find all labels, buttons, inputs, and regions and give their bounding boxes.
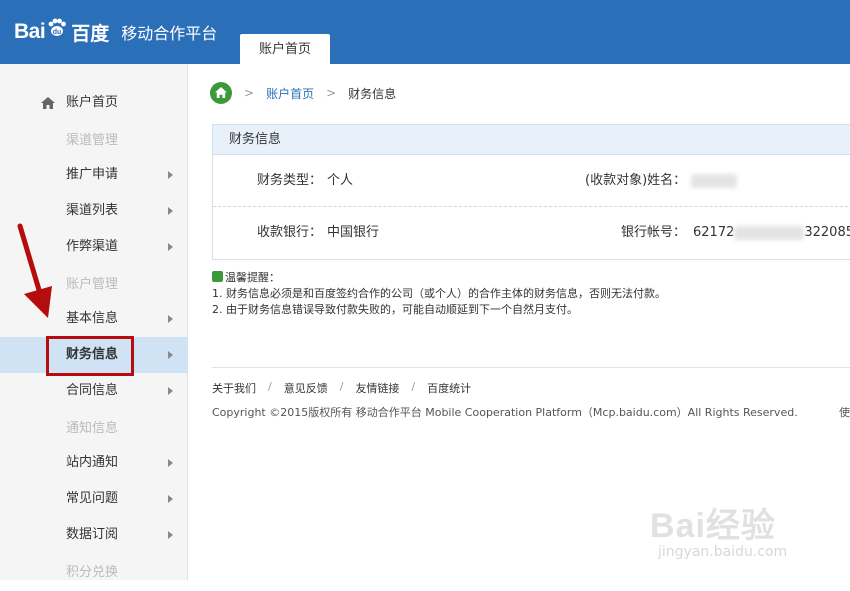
sidebar-group-notice: 通知信息 bbox=[0, 411, 188, 447]
tips-title: 温馨提醒： bbox=[225, 271, 280, 284]
sidebar-item-data-subscribe[interactable]: 数据订阅 bbox=[0, 517, 188, 553]
finance-row-type: 财务类型： 个人 (收款对象)姓名： bbox=[213, 155, 850, 207]
chevron-right-icon bbox=[168, 315, 173, 323]
redacted-account bbox=[734, 225, 805, 240]
sidebar-item-label: 基本信息 bbox=[66, 311, 119, 326]
sidebar-item-promotion-apply[interactable]: 推广申请 bbox=[0, 157, 188, 193]
sidebar-item-basic-info[interactable]: 基本信息 bbox=[0, 301, 188, 337]
chevron-right-icon bbox=[168, 207, 173, 215]
sidebar-item-channel-list[interactable]: 渠道列表 bbox=[0, 193, 188, 229]
footer-links: 关于我们 / 意见反馈 / 友情链接 / 百度统计 bbox=[212, 380, 471, 396]
copyright-text: Copyright ©2015版权所有 移动合作平台 Mobile Cooper… bbox=[212, 404, 850, 420]
top-header: Bai du 百度 移动合作平台 账户首页 bbox=[0, 0, 850, 64]
finance-type-label: 财务类型： bbox=[257, 173, 323, 188]
baidu-jingyan-watermark: Bai经验 jingyan.baidu.com bbox=[650, 498, 850, 580]
sidebar-item-label: 数据订阅 bbox=[66, 527, 119, 542]
sidebar-item-cheat-channel[interactable]: 作弊渠道 bbox=[0, 229, 188, 265]
footer-separator: / bbox=[339, 380, 344, 393]
sidebar-item-label: 账户首页 bbox=[66, 95, 119, 110]
account-prefix: 62172 bbox=[693, 225, 735, 240]
chevron-right-icon bbox=[168, 495, 173, 503]
annotation-highlight-box bbox=[46, 336, 134, 376]
footer-separator: / bbox=[411, 380, 416, 393]
chevron-right-icon bbox=[168, 351, 173, 359]
watermark-text: Bai经验 bbox=[650, 507, 776, 545]
chevron-right-icon bbox=[168, 387, 173, 395]
footer-link-friends[interactable]: 友情链接 bbox=[355, 380, 399, 396]
footer-separator: / bbox=[268, 380, 272, 393]
finance-row-bank: 收款银行： 中国银行 银行帐号： 62172 322085 bbox=[213, 207, 850, 259]
payee-name-value bbox=[691, 155, 737, 207]
chevron-right-icon bbox=[168, 171, 173, 179]
sidebar: 账户首页 渠道管理 推广申请 渠道列表 作弊渠道 账户管理 基本信息 财务信息 … bbox=[0, 64, 188, 580]
sidebar-item-label: 作弊渠道 bbox=[66, 239, 119, 254]
logo-baidu-cn: 百度 bbox=[71, 22, 110, 45]
home-icon[interactable] bbox=[210, 82, 232, 104]
logo-text-bai: Bai bbox=[14, 20, 46, 43]
logo-text-du: du bbox=[53, 29, 62, 36]
chevron-right-icon bbox=[168, 243, 173, 251]
sidebar-item-label: 渠道列表 bbox=[66, 203, 119, 218]
sidebar-item-contract-info[interactable]: 合同信息 bbox=[0, 373, 188, 409]
sidebar-group-label: 积分兑换 bbox=[66, 565, 119, 580]
sidebar-group-channel: 渠道管理 bbox=[0, 123, 188, 159]
sidebar-item-label: 站内通知 bbox=[66, 455, 119, 470]
bank-value: 中国银行 bbox=[327, 225, 380, 240]
watermark-url: jingyan.baidu.com bbox=[658, 544, 788, 560]
breadcrumb-link-home[interactable]: 账户首页 bbox=[266, 85, 314, 102]
breadcrumb: > 账户首页 > 财务信息 bbox=[210, 80, 396, 106]
panel-title: 财务信息 bbox=[213, 125, 850, 155]
payee-name-label: (收款对象)姓名： bbox=[585, 173, 687, 188]
finance-info-panel: 财务信息 财务类型： 个人 (收款对象)姓名： 收款银行： 中国银行 银行帐号：… bbox=[212, 124, 850, 260]
breadcrumb-separator: > bbox=[326, 86, 337, 100]
footer-link-feedback[interactable]: 意见反馈 bbox=[284, 380, 328, 396]
sidebar-group-account: 账户管理 bbox=[0, 267, 188, 303]
finance-type-value: 个人 bbox=[327, 173, 354, 188]
baidu-logo[interactable]: Bai du 百度 移动合作平台 bbox=[14, 14, 217, 50]
redacted-name bbox=[691, 173, 737, 188]
sidebar-item-label: 推广申请 bbox=[66, 167, 119, 182]
sidebar-item-faq[interactable]: 常见问题 bbox=[0, 481, 188, 517]
sidebar-group-label: 渠道管理 bbox=[66, 133, 119, 148]
platform-name: 移动合作平台 bbox=[121, 24, 218, 43]
tip-line-2: 2. 由于财务信息错误导致付款失败的，可能自动顺延到下一个自然月支付。 bbox=[212, 303, 578, 316]
sidebar-item-home[interactable]: 账户首页 bbox=[0, 85, 188, 121]
home-icon bbox=[41, 97, 55, 109]
sidebar-item-site-notice[interactable]: 站内通知 bbox=[0, 445, 188, 481]
copyright-trail: 使 bbox=[839, 406, 850, 419]
chevron-right-icon bbox=[168, 531, 173, 539]
sidebar-group-points: 积分兑换 bbox=[0, 555, 188, 591]
sidebar-item-label: 合同信息 bbox=[66, 383, 119, 398]
copyright-main: Copyright ©2015版权所有 移动合作平台 Mobile Cooper… bbox=[212, 406, 798, 419]
chevron-right-icon bbox=[168, 459, 173, 467]
info-icon bbox=[212, 271, 223, 282]
tips-block: 温馨提醒： 1. 财务信息必须是和百度签约合作的公司（或个人）的合作主体的财务信… bbox=[212, 270, 666, 318]
breadcrumb-current: 财务信息 bbox=[348, 86, 397, 101]
bank-label: 收款银行： bbox=[257, 225, 323, 240]
footer-link-about[interactable]: 关于我们 bbox=[212, 380, 256, 396]
sidebar-group-label: 账户管理 bbox=[66, 277, 119, 292]
sidebar-group-label: 通知信息 bbox=[66, 421, 119, 436]
breadcrumb-separator: > bbox=[244, 86, 255, 100]
account-suffix: 322085 bbox=[804, 225, 850, 240]
tab-account-home[interactable]: 账户首页 bbox=[240, 34, 330, 64]
sidebar-item-label: 常见问题 bbox=[66, 491, 119, 506]
tip-line-1: 1. 财务信息必须是和百度签约合作的公司（或个人）的合作主体的财务信息，否则无法… bbox=[212, 287, 666, 300]
paw-icon: du bbox=[48, 18, 67, 36]
account-label: 银行帐号： bbox=[621, 225, 687, 240]
tips-title-row: 温馨提醒： bbox=[212, 270, 666, 286]
footer-divider bbox=[212, 367, 850, 368]
account-value: 62172 322085 bbox=[693, 207, 850, 259]
footer-link-stats[interactable]: 百度统计 bbox=[427, 380, 471, 396]
